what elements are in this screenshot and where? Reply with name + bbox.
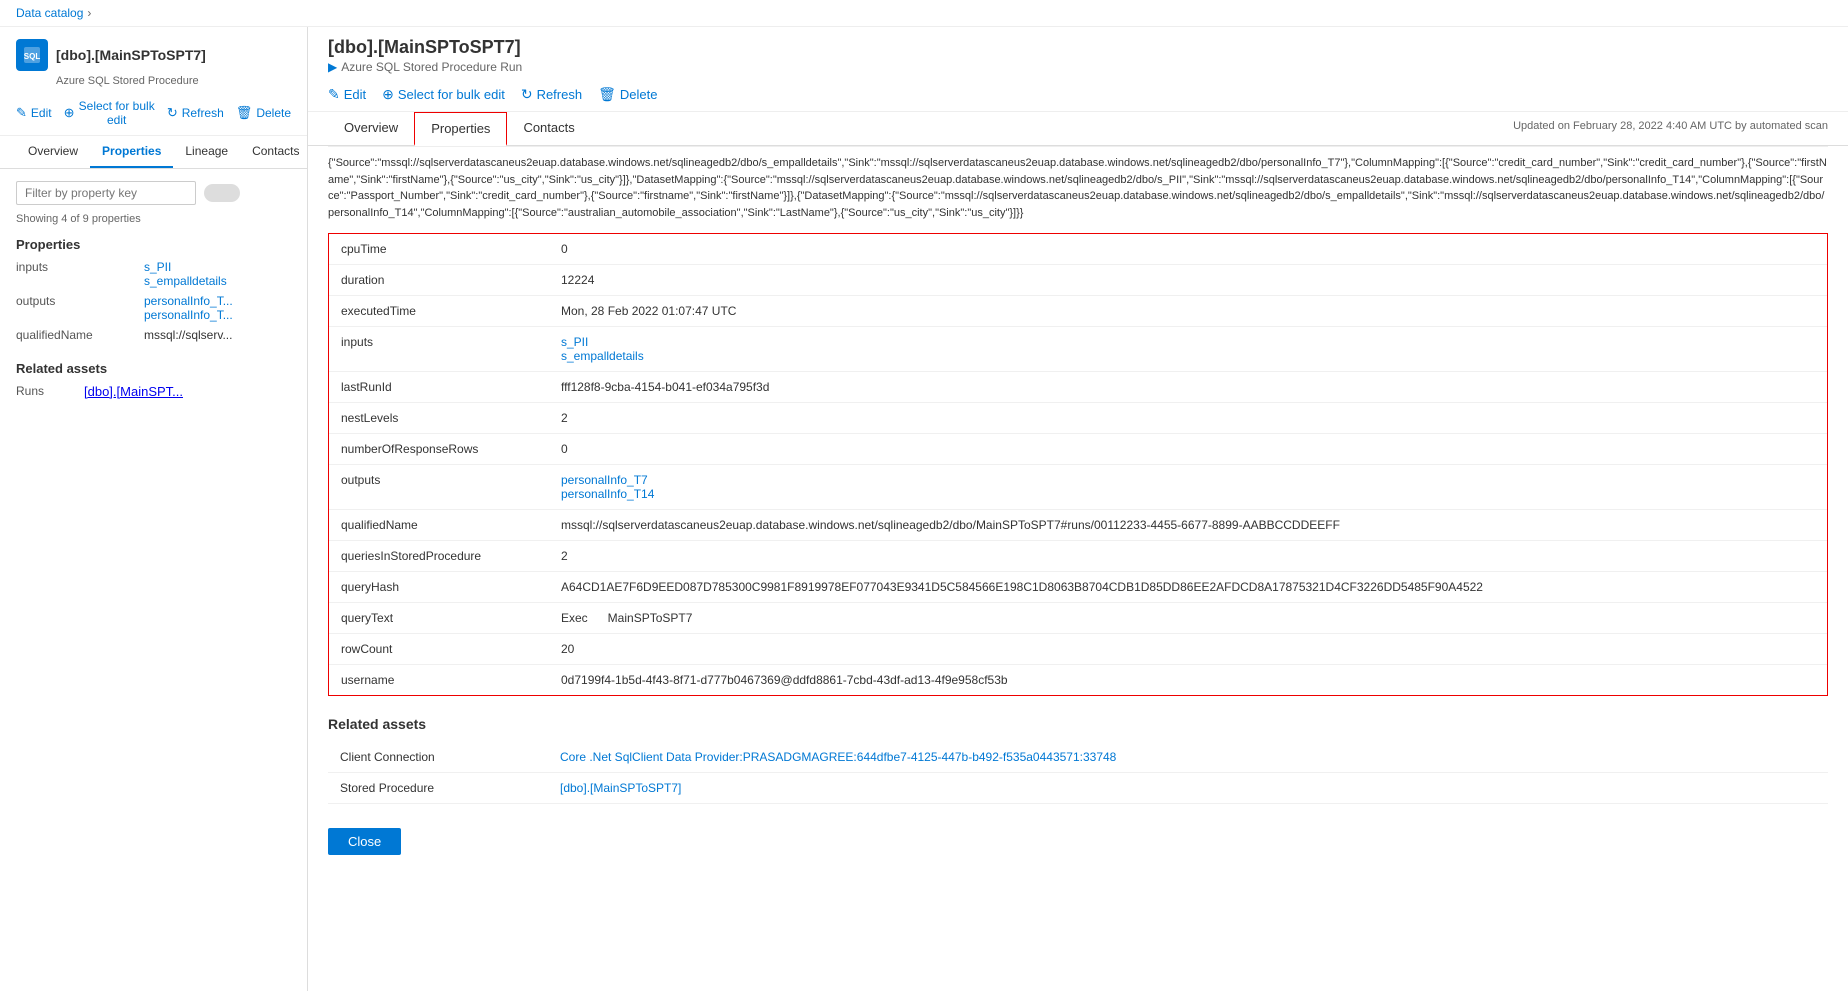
left-tab-contacts[interactable]: Contacts [240,136,308,168]
left-prop-qualifiedname: qualifiedName mssql://sqlserv... [16,328,291,345]
left-tab-properties[interactable]: Properties [90,136,173,168]
prop-output-t7[interactable]: personalInfo_T7 [561,473,1815,487]
left-asset-title: [dbo].[MainSPToSPT7] [56,47,206,63]
prop-row-inputs: inputs s_PII s_empalldetails [329,327,1827,372]
prop-row-rowcount: rowCount 20 [329,634,1827,665]
right-tab-contacts[interactable]: Contacts [507,112,590,145]
client-connection-link[interactable]: Core .Net SqlClient Data Provider:PRASAD… [560,750,1116,764]
left-edit-button[interactable]: ✎ Edit [16,105,52,121]
output-link-t14[interactable]: personalInfo_T... [144,308,233,322]
json-block: {"Source":"mssql://sqlserverdatascaneus2… [328,146,1828,229]
left-tab-overview[interactable]: Overview [16,136,90,168]
input-link-s-empalldetails[interactable]: s_empalldetails [144,274,227,288]
related-runs-link[interactable]: [dbo].[MainSPT... [84,384,183,399]
related-stored-procedure: Stored Procedure [dbo].[MainSPToSPT7] [328,773,1828,804]
related-assets-title: Related assets [328,716,1828,732]
stored-procedure-link[interactable]: [dbo].[MainSPToSPT7] [560,781,681,795]
asset-icon: SQL [16,39,48,71]
delete-icon: 🗑 [236,105,253,121]
left-asset-subtitle: Azure SQL Stored Procedure [56,75,291,87]
close-button[interactable]: Close [328,828,401,855]
right-tab-properties[interactable]: Properties [414,112,507,146]
breadcrumb-separator: › [87,6,91,20]
refresh-icon: ↻ [167,105,178,121]
left-prop-inputs: inputs s_PII s_empalldetails [16,260,291,288]
prop-row-numresponserows: numberOfResponseRows 0 [329,434,1827,465]
left-refresh-button[interactable]: ↻ Refresh [167,105,224,121]
related-client-connection: Client Connection Core .Net SqlClient Da… [328,742,1828,773]
right-bulk-button[interactable]: ⊕ Select for bulk edit [382,86,505,103]
prop-row-executedtime: executedTime Mon, 28 Feb 2022 01:07:47 U… [329,296,1827,327]
prop-input-s-empalldetails[interactable]: s_empalldetails [561,349,1815,363]
right-edit-icon: ✎ [328,86,340,103]
prop-row-duration: duration 12224 [329,265,1827,296]
left-delete-button[interactable]: 🗑 Delete [236,105,291,121]
left-bulk-button[interactable]: ⊕ Select for bulk edit [64,99,155,127]
prop-row-querytext: queryText Exec MainSPToSPT7 [329,603,1827,634]
output-link-t7[interactable]: personalInfo_T... [144,294,233,308]
right-refresh-icon: ↻ [521,86,533,103]
toggle-switch[interactable] [204,184,240,202]
update-info: Updated on February 28, 2022 4:40 AM UTC… [591,112,1828,145]
prop-row-lastrunid: lastRunId fff128f8-9cba-4154-b041-ef034a… [329,372,1827,403]
left-related-runs: Runs [dbo].[MainSPT... [16,384,291,399]
input-link-s-pii[interactable]: s_PII [144,260,171,274]
breadcrumb-link[interactable]: Data catalog [16,6,83,20]
right-asset-title: [dbo].[MainSPToSPT7] [328,37,1828,58]
related-assets-section: Related assets Client Connection Core .N… [328,716,1828,812]
prop-row-queryhash: queryHash A64CD1AE7F6D9EED087D785300C998… [329,572,1827,603]
right-delete-icon: 🗑 [598,86,616,103]
prop-row-queries-in-sp: queriesInStoredProcedure 2 [329,541,1827,572]
right-bulk-icon: ⊕ [382,86,394,103]
prop-row-nestlevels: nestLevels 2 [329,403,1827,434]
left-properties-title: Properties [16,237,291,252]
right-delete-button[interactable]: 🗑 Delete [598,86,657,103]
right-refresh-button[interactable]: ↻ Refresh [521,86,582,103]
edit-icon: ✎ [16,105,27,121]
prop-input-s-pii[interactable]: s_PII [561,335,1815,349]
prop-row-outputs: outputs personalInfo_T7 personalInfo_T14 [329,465,1827,510]
prop-row-qualifiedname: qualifiedName mssql://sqlserverdatascane… [329,510,1827,541]
left-prop-outputs: outputs personalInfo_T... personalInfo_T… [16,294,291,322]
right-tab-overview[interactable]: Overview [328,112,414,145]
properties-table: cpuTime 0 duration 12224 executedTime Mo… [328,233,1828,696]
svg-text:SQL: SQL [24,52,41,61]
left-related-title: Related assets [16,361,291,376]
prop-output-t14[interactable]: personalInfo_T14 [561,487,1815,501]
bulk-icon: ⊕ [64,105,75,121]
left-tab-lineage[interactable]: Lineage [173,136,240,168]
showing-text: Showing 4 of 9 properties [16,213,291,225]
filter-input[interactable] [16,181,196,205]
prop-row-username: username 0d7199f4-1b5d-4f43-8f71-d777b04… [329,665,1827,695]
subtitle-icon: ▶ [328,60,337,74]
prop-row-cputime: cpuTime 0 [329,234,1827,265]
right-asset-subtitle: Azure SQL Stored Procedure Run [341,60,522,74]
right-edit-button[interactable]: ✎ Edit [328,86,366,103]
